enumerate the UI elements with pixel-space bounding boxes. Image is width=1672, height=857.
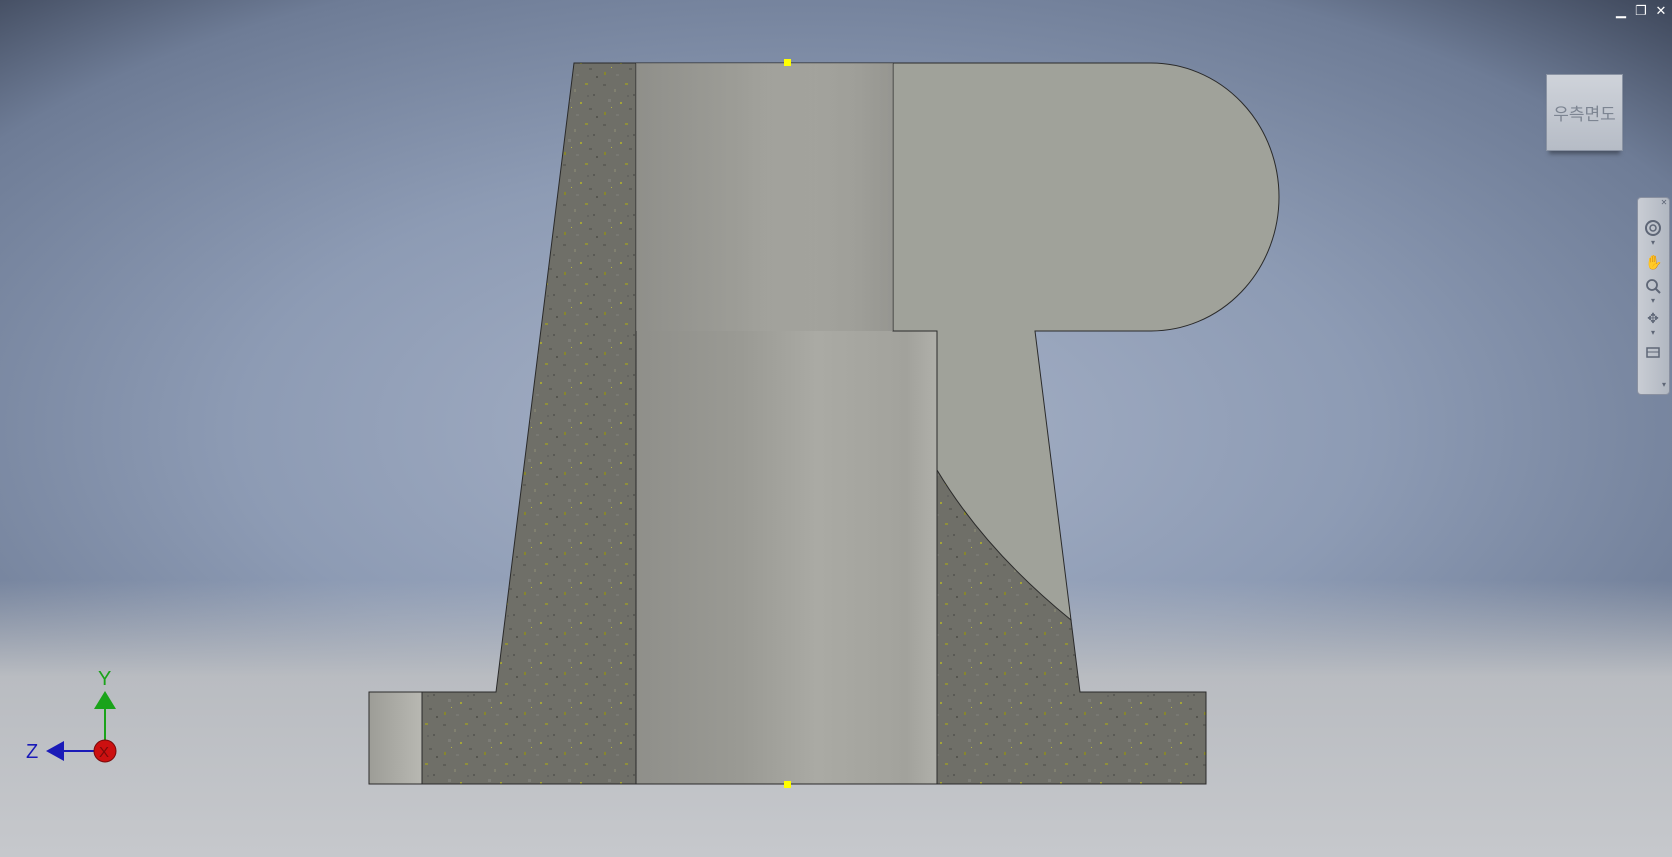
zoom-icon[interactable] [1645, 278, 1661, 294]
base-lip [368, 691, 423, 785]
window-controls: ▁ ❐ ✕ [1614, 4, 1668, 18]
steering-wheel-icon[interactable] [1645, 220, 1661, 236]
z-axis-arrow [46, 741, 64, 761]
navbar-expand-icon[interactable]: ▾ [1660, 381, 1668, 389]
orbit-icon[interactable]: ✥ [1645, 310, 1661, 326]
zoom-dropdown-icon[interactable]: ▾ [1649, 297, 1657, 305]
look-at-icon[interactable] [1645, 344, 1661, 360]
coordinate-triad: X Y Z [20, 665, 130, 785]
bore-upper-shade [636, 63, 893, 331]
y-axis-arrow [94, 691, 116, 709]
steering-wheel-dropdown-icon[interactable]: ▾ [1649, 239, 1657, 247]
x-axis-label: X [99, 744, 109, 761]
restore-button[interactable]: ❐ [1634, 4, 1648, 18]
section-left-wall [421, 62, 637, 785]
pan-icon[interactable]: ✋ [1645, 254, 1662, 270]
y-axis-label: Y [98, 668, 111, 690]
part-model[interactable] [0, 0, 1672, 857]
grip-point-bottom[interactable] [784, 781, 791, 788]
close-button[interactable]: ✕ [1654, 4, 1668, 18]
graphics-viewport[interactable]: ▁ ❐ ✕ 우측면도 ✕ ▾ ✋ ▾ ✥ ▾ ▾ X Y Z [0, 0, 1672, 857]
z-axis-label: Z [26, 741, 38, 763]
minimize-button[interactable]: ▁ [1614, 4, 1628, 18]
grip-point-top[interactable] [784, 59, 791, 66]
navbar-close-button[interactable]: ✕ [1660, 199, 1668, 207]
viewcube[interactable]: 우측면도 [1546, 74, 1623, 151]
viewcube-face-label: 우측면도 [1553, 105, 1616, 124]
orbit-dropdown-icon[interactable]: ▾ [1649, 329, 1657, 337]
navigation-bar: ✕ ▾ ✋ ▾ ✥ ▾ ▾ [1637, 197, 1670, 395]
